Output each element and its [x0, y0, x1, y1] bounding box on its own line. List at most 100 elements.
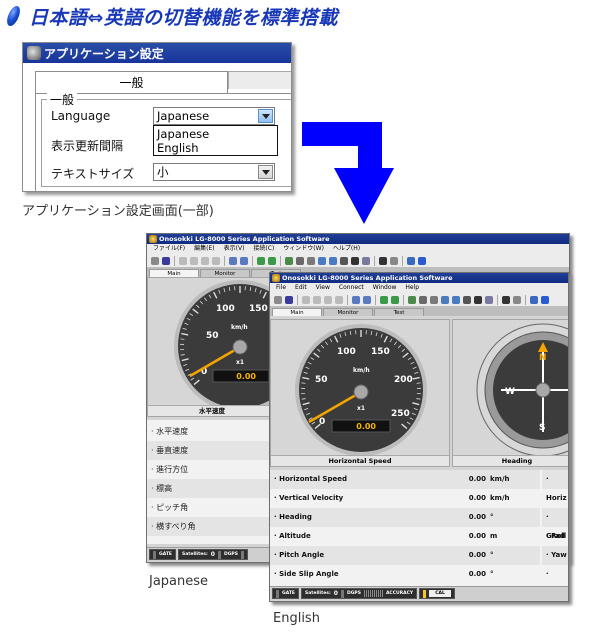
toolbar-button-icon[interactable] [541, 295, 549, 304]
toolbar-button-icon[interactable] [352, 295, 360, 304]
toolbar-button-icon[interactable] [162, 256, 170, 265]
toolbar-separator [525, 294, 526, 305]
app-icon [27, 46, 41, 60]
toolbar-button-icon[interactable] [324, 295, 332, 304]
menu-help[interactable]: ヘルプ(H) [333, 244, 360, 254]
toolbar-button-icon[interactable] [240, 256, 248, 265]
toolbar-button-icon[interactable] [362, 256, 370, 265]
menu-view[interactable]: 表示(V) [224, 244, 245, 254]
toolbar-button-icon[interactable] [285, 295, 293, 304]
toolbar-separator [374, 255, 375, 266]
menu-window[interactable]: Window [373, 283, 397, 293]
dropdown-option-japanese[interactable]: Japanese [157, 127, 277, 141]
tab-main[interactable]: Main [149, 269, 199, 277]
menu-help[interactable]: Help [405, 283, 419, 293]
toolbar-button-icon[interactable] [391, 295, 399, 304]
toolbar-button-icon[interactable] [302, 295, 310, 304]
toolbar-button-icon[interactable] [474, 295, 482, 304]
tick-label: 0 [319, 417, 325, 427]
toolbar-separator [252, 255, 253, 266]
language-label: Language [51, 109, 111, 123]
language-select-value: Japanese [157, 109, 210, 123]
toolbar-button-icon[interactable] [318, 256, 326, 265]
toolbar-button-icon[interactable] [229, 256, 237, 265]
toolbar-button-icon[interactable] [329, 256, 337, 265]
toolbar-button-icon[interactable] [151, 256, 159, 265]
toolbar-button-icon[interactable] [285, 256, 293, 265]
toolbar-button-icon[interactable] [485, 295, 493, 304]
toolbar-button-icon[interactable] [452, 295, 460, 304]
menu-view[interactable]: View [316, 283, 330, 293]
toolbar-button-icon[interactable] [268, 256, 276, 265]
gauge-multiplier: x1 [236, 359, 244, 366]
toolbar-button-icon[interactable] [502, 295, 510, 304]
cal-button[interactable]: CAL [429, 590, 451, 597]
menu-connect[interactable]: Connect [339, 283, 364, 293]
tab-other[interactable] [228, 71, 291, 89]
toolbar-button-icon[interactable] [190, 256, 198, 265]
japanese-caption: Japanese [149, 574, 209, 589]
english-caption: English [273, 611, 320, 626]
toolbar-button-icon[interactable] [340, 256, 348, 265]
text-size-select[interactable]: 小 [153, 163, 275, 181]
toolbar-button-icon[interactable] [335, 295, 343, 304]
toolbar-button-icon[interactable] [513, 295, 521, 304]
toolbar-button-icon[interactable] [351, 256, 359, 265]
menu-edit[interactable]: 編集(E) [194, 244, 214, 254]
tick-label: 200 [394, 375, 413, 385]
tab-monitor[interactable]: Monitor [200, 269, 250, 277]
toolbar-button-icon[interactable] [296, 256, 304, 265]
menu-bar: File Edit View Connect Window Help [270, 283, 568, 293]
cardinal-n: N [539, 353, 547, 363]
window-title: Onosokki LG-8000 Series Application Soft… [159, 235, 330, 243]
heading-gauge-panel: N W S Heading [452, 319, 568, 467]
data-list: · 水平速度 · 垂直速度 · 進行方位 · 標高 · ピッチ角 · 横すべり角 [147, 420, 271, 544]
toolbar-button-icon[interactable] [419, 295, 427, 304]
toolbar-button-icon[interactable] [179, 256, 187, 265]
gauge-label: Horizontal Speed [271, 455, 449, 466]
tab-general[interactable]: 一般 [35, 71, 228, 93]
toolbar-button-icon[interactable] [441, 295, 449, 304]
toolbar-button-icon[interactable] [257, 256, 265, 265]
toolbar-button-icon[interactable] [274, 295, 282, 304]
list-item: · Heading 0.00 ° [270, 508, 540, 527]
compass-gauge: N W S [476, 323, 568, 457]
language-select[interactable]: Japanese [153, 107, 275, 125]
chevron-down-icon[interactable] [258, 165, 273, 179]
toolbar-button-icon[interactable] [430, 295, 438, 304]
dropdown-option-english[interactable]: English [157, 141, 277, 155]
toolbar-button-icon[interactable] [463, 295, 471, 304]
toolbar-button-icon[interactable] [201, 256, 209, 265]
menu-connect[interactable]: 接続(C) [253, 244, 274, 254]
menu-window[interactable]: ウィンドウ(W) [283, 244, 324, 254]
needle-hub [353, 384, 369, 400]
tab-test[interactable]: Test [374, 308, 424, 316]
toolbar-button-icon[interactable] [313, 295, 321, 304]
gauge-readout: 0.00 [236, 372, 256, 381]
toolbar-button-icon[interactable] [212, 256, 220, 265]
toolbar-button-icon[interactable] [407, 256, 415, 265]
satellite-count: 0 [210, 551, 215, 558]
toolbar-separator [347, 294, 348, 305]
menu-file[interactable]: ファイル(F) [153, 244, 185, 254]
list-item: · Grad [542, 508, 568, 540]
toolbar-button-icon[interactable] [530, 295, 538, 304]
status-bar: GATE Satellites: 0 DGPS ACCURACY CAL [270, 586, 568, 600]
chevron-down-icon[interactable] [258, 109, 273, 123]
toolbar-button-icon[interactable] [418, 256, 426, 265]
tick-label: 100 [337, 347, 356, 357]
tab-main[interactable]: Main [272, 308, 322, 316]
refresh-interval-label: 表示更新間隔 [51, 139, 124, 153]
menu-edit[interactable]: Edit [295, 283, 307, 293]
toolbar-button-icon[interactable] [408, 295, 416, 304]
tab-monitor[interactable]: Monitor [323, 308, 373, 316]
toolbar-button-icon[interactable] [380, 295, 388, 304]
toolbar-button-icon[interactable] [363, 295, 371, 304]
list-item: · Yaw [542, 546, 568, 565]
toolbar-button-icon[interactable] [390, 256, 398, 265]
menu-file[interactable]: File [276, 283, 286, 293]
toolbar-button-icon[interactable] [307, 256, 315, 265]
headline: 日本語⇔英語の切替機能を標準搭載 [4, 4, 338, 29]
gauge-multiplier: x1 [357, 405, 365, 412]
toolbar-button-icon[interactable] [379, 256, 387, 265]
